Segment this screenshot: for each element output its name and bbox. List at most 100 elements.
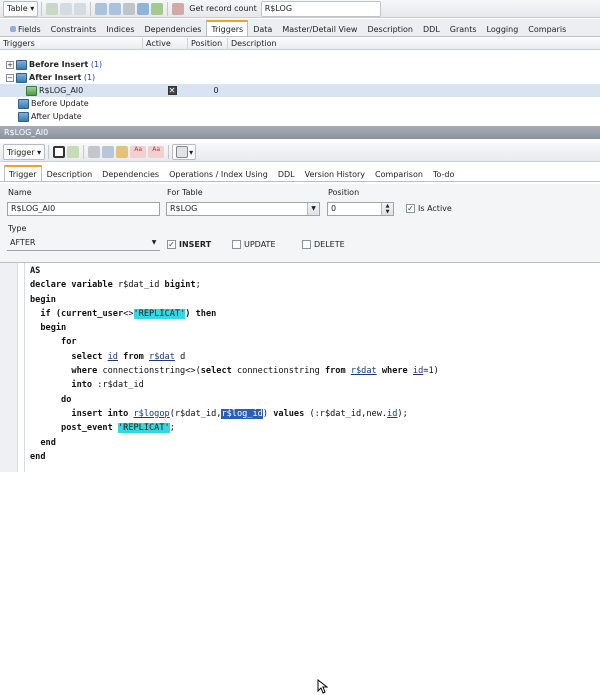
tab-label: Dependencies	[102, 170, 160, 179]
import-icon[interactable]	[151, 2, 164, 15]
options-dropdown[interactable]: ▾	[172, 144, 197, 160]
get-record-count-button[interactable]: Get record count	[185, 1, 260, 17]
code-line[interactable]: insert into r$logop(r$dat_id,r$log_id) v…	[30, 407, 439, 421]
tree-row-label: Before Update	[31, 99, 89, 108]
collapse-icon[interactable]: −	[6, 73, 14, 82]
tree-row-before-insert[interactable]: + Before Insert (1)	[0, 58, 600, 71]
tab-comparison[interactable]: Comparis	[523, 21, 571, 36]
mouse-cursor-icon	[317, 679, 328, 694]
position-spinner[interactable]: 0 ▲ ▼	[327, 202, 394, 216]
tab-fields[interactable]: Fields	[4, 21, 46, 36]
keyword-token: begin	[30, 323, 67, 334]
keyword-token: for	[30, 337, 77, 348]
tab-logging[interactable]: Logging	[482, 21, 524, 36]
rollback-x-icon[interactable]	[74, 2, 87, 15]
tab-to-do[interactable]: To-do	[428, 166, 459, 181]
chevron-down-icon[interactable]: ▼	[307, 203, 319, 215]
checkmark-icon: ✓	[167, 240, 176, 249]
tab-description[interactable]: Description	[362, 21, 418, 36]
commit-check-icon[interactable]	[60, 2, 73, 15]
lightning-icon[interactable]	[46, 2, 59, 15]
column-header-description[interactable]: Description	[228, 38, 600, 50]
fold-guide	[24, 263, 25, 472]
name-input[interactable]: R$LOG_AI0	[7, 202, 160, 216]
is-active-checkbox[interactable]: ✓ Is Active	[406, 204, 452, 213]
tree-row-after-insert[interactable]: − After Insert (1)	[0, 71, 600, 84]
list-icon[interactable]	[95, 2, 108, 15]
table-menu-button[interactable]: Table ▾	[3, 0, 39, 17]
tab-grants[interactable]: Grants	[445, 21, 482, 36]
record-count-icon[interactable]	[172, 2, 185, 15]
active-checkbox[interactable]: ✕	[151, 86, 196, 95]
tab-label: Comparison	[375, 170, 423, 179]
export-icon[interactable]	[137, 2, 150, 15]
code-line[interactable]: post_event 'REPLICAT';	[30, 421, 439, 435]
search-icon[interactable]	[116, 146, 129, 158]
print-icon[interactable]	[123, 2, 136, 15]
keyword-token: from	[117, 351, 150, 362]
tab-version-history[interactable]: Version History	[300, 166, 370, 181]
code-line[interactable]: end	[30, 436, 439, 450]
copy-icon[interactable]	[102, 146, 115, 158]
column-header-active[interactable]: Active	[143, 37, 188, 50]
code-line[interactable]: if (current_user<>'REPLICAT') then	[30, 307, 439, 321]
code-line[interactable]: for	[30, 335, 439, 349]
code-line[interactable]: do	[30, 393, 439, 407]
trigger-menu-button[interactable]: Trigger ▾	[3, 144, 46, 160]
tab-description[interactable]: Description	[42, 166, 98, 181]
column-header-position[interactable]: Position	[188, 37, 228, 50]
code-line[interactable]: select id from r$dat d	[30, 350, 439, 364]
font-decrease-icon[interactable]: Aa	[148, 146, 165, 158]
code-line[interactable]: begin	[30, 293, 439, 307]
tree-row-r-log-ai0[interactable]: R$LOG_AI0 ✕ 0	[0, 84, 600, 97]
tab-trigger[interactable]: Trigger	[4, 165, 42, 181]
tab-comparison[interactable]: Comparison	[370, 166, 428, 181]
column-header-triggers[interactable]: Triggers	[0, 37, 143, 50]
keyword-token: if (	[30, 308, 62, 319]
delete-checkbox[interactable]: DELETE	[302, 240, 345, 249]
tree-row-after-update[interactable]: After Update	[0, 110, 600, 123]
keyword-token: select	[200, 366, 237, 377]
tab-label: Dependencies	[144, 25, 202, 34]
code-line[interactable]: end	[30, 450, 439, 464]
grid-icon[interactable]	[109, 2, 122, 15]
tab-ddl[interactable]: DDL	[273, 166, 300, 181]
keyword-token: ) then	[185, 308, 217, 319]
tab-operations-index-using[interactable]: Operations / Index Using	[164, 166, 273, 181]
spinner-arrows-icon[interactable]: ▲ ▼	[381, 203, 393, 215]
tab-indices[interactable]: Indices	[101, 21, 139, 36]
expand-icon[interactable]: +	[6, 60, 14, 69]
code-line[interactable]: begin	[30, 321, 439, 335]
keyword-token: declare variable	[30, 280, 113, 291]
insert-checkbox[interactable]: ✓ INSERT	[167, 240, 211, 249]
compile-icon[interactable]	[67, 146, 80, 158]
code-line[interactable]: AS	[30, 264, 439, 278]
for-table-select[interactable]: R$LOG ▼	[166, 202, 320, 216]
print-icon[interactable]	[88, 146, 101, 158]
type-select[interactable]: AFTER ▼	[7, 237, 160, 251]
font-increase-icon[interactable]: Aa	[130, 146, 147, 158]
tab-data[interactable]: Data	[248, 21, 277, 36]
code-token: ;	[169, 423, 175, 434]
chevron-down-icon[interactable]: ▼	[148, 237, 160, 249]
tab-ddl[interactable]: DDL	[418, 21, 445, 36]
object-name-field[interactable]: R$LOG	[260, 0, 381, 17]
tab-constraints[interactable]: Constraints	[46, 21, 102, 36]
tab-triggers[interactable]: Triggers	[206, 20, 249, 36]
tab-label: Logging	[486, 25, 519, 34]
code-text[interactable]: AS declare variable r$dat_id bigint; begin…	[30, 264, 439, 464]
save-icon[interactable]	[53, 146, 66, 158]
tree-row-position: 0	[213, 86, 219, 95]
tab-master-detail-view[interactable]: Master/Detail View	[277, 21, 362, 36]
code-line[interactable]: into :r$dat_id	[30, 378, 439, 392]
update-checkbox[interactable]: UPDATE	[232, 240, 276, 249]
keyword-token: from	[324, 366, 351, 377]
tree-row-before-update[interactable]: Before Update	[0, 97, 600, 110]
tab-dependencies[interactable]: Dependencies	[97, 166, 164, 181]
code-editor[interactable]: AS declare variable r$dat_id bigint; begin…	[0, 262, 600, 694]
code-line[interactable]: declare variable r$dat_id bigint;	[30, 278, 439, 292]
code-line[interactable]: where connectionstring<>(select connecti…	[30, 364, 438, 378]
trigger-menu-label: Trigger	[7, 147, 35, 157]
tab-dependencies[interactable]: Dependencies	[140, 21, 207, 36]
code-token: (r$dat_id,	[169, 408, 222, 419]
